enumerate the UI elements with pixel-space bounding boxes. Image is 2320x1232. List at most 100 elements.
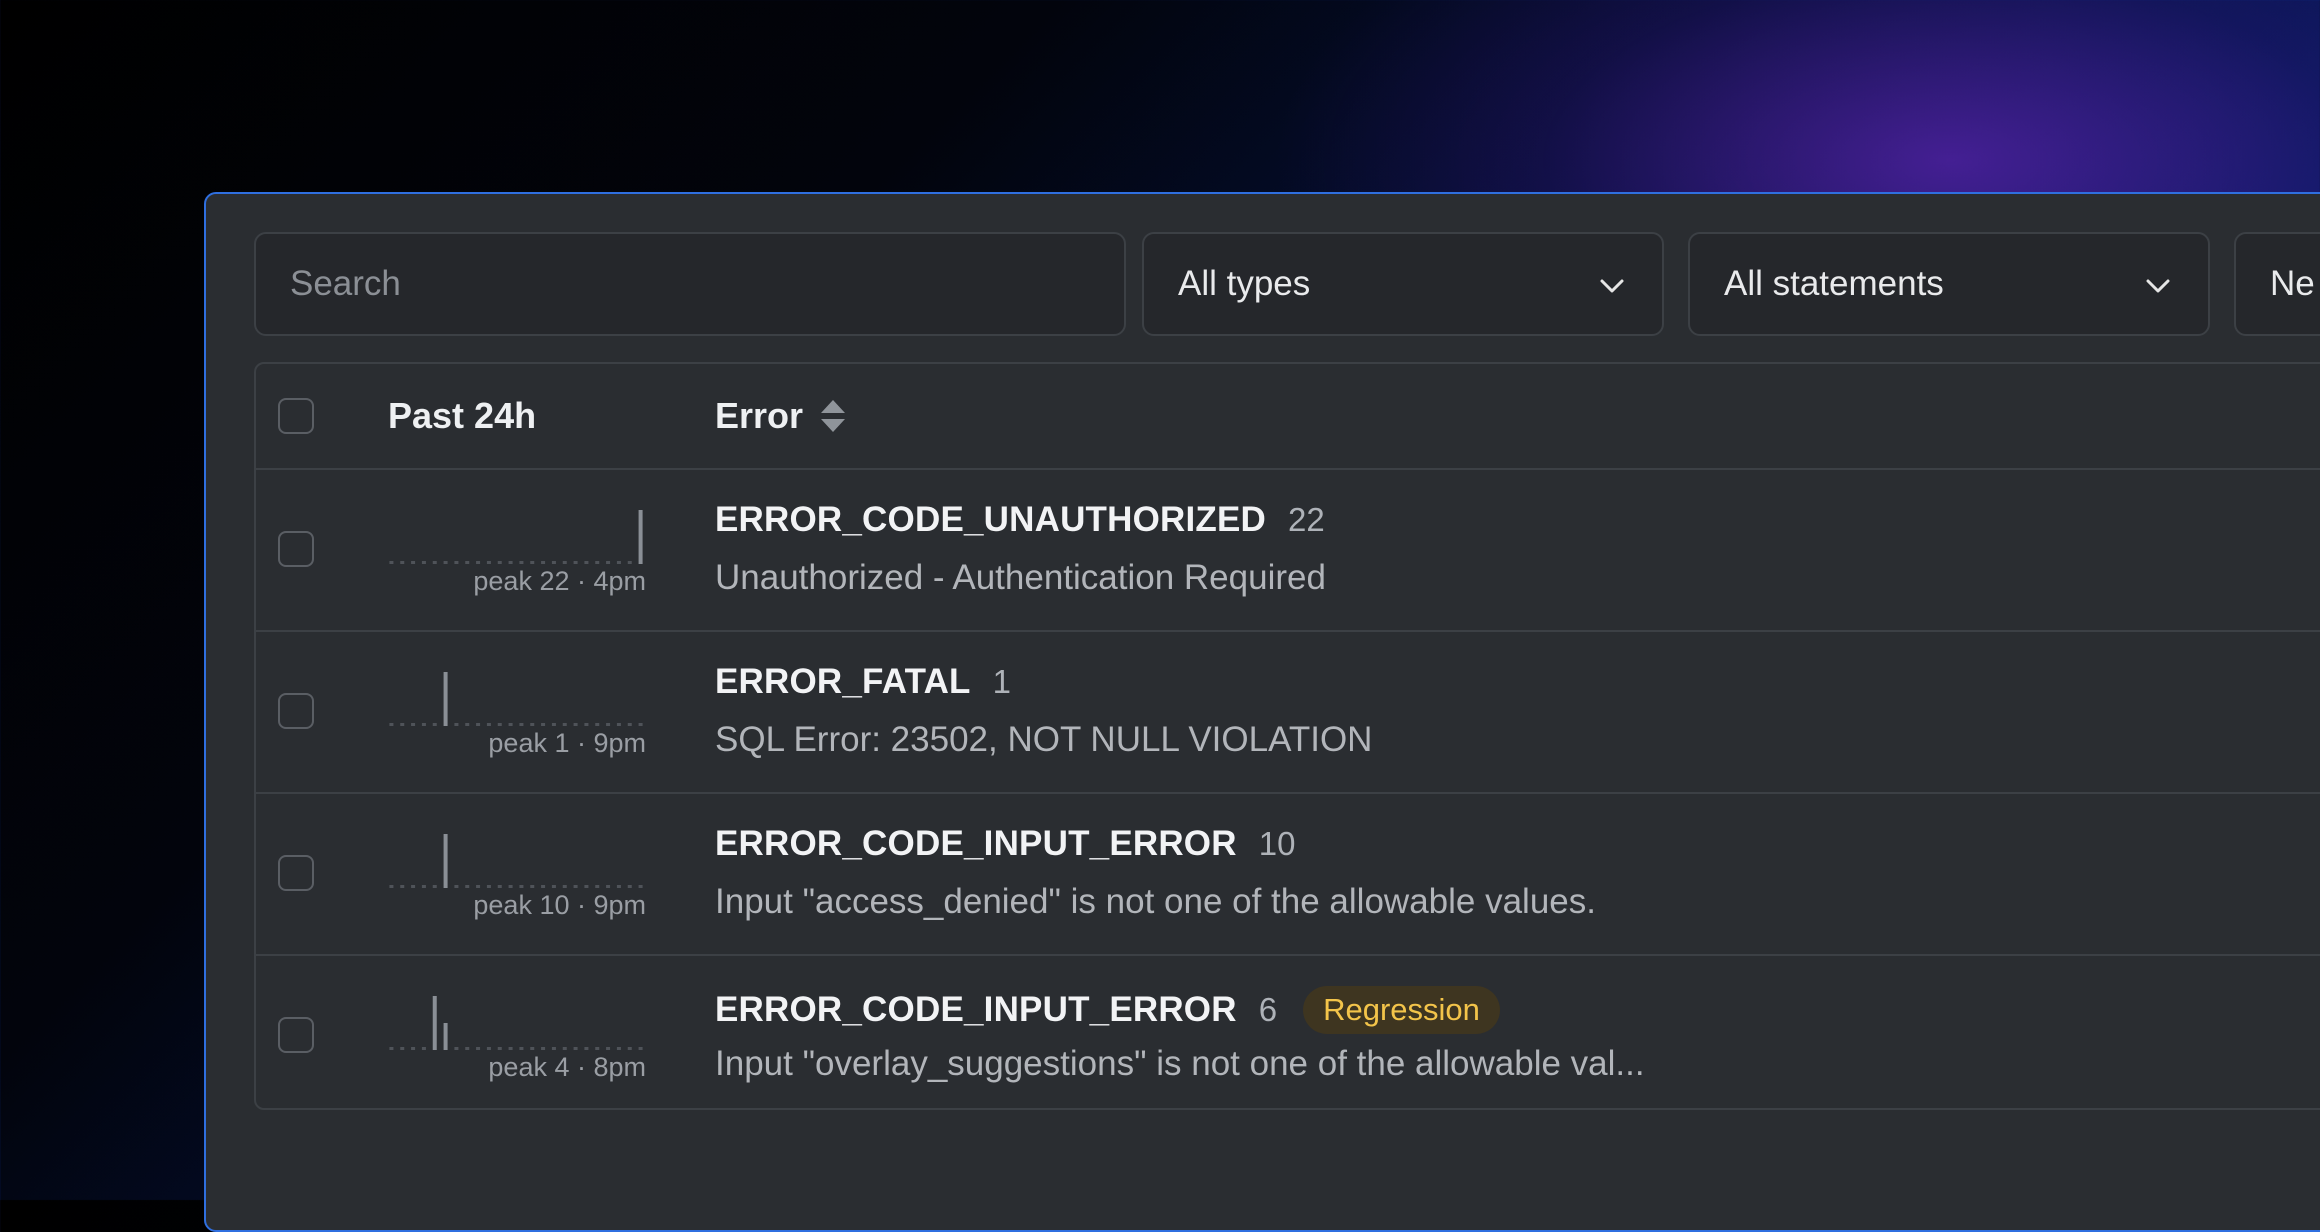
sparkline-baseline-tick	[476, 1047, 481, 1050]
sparkline-baseline-tick	[497, 723, 502, 726]
sparkline-baseline-tick	[389, 723, 394, 726]
statement-select[interactable]: All statements	[1688, 232, 2210, 336]
select-all-checkbox[interactable]	[278, 398, 314, 434]
sparkline-baseline-tick	[530, 561, 535, 564]
sparkline-baseline-tick	[519, 1047, 524, 1050]
sparkline-baseline-tick	[638, 885, 643, 888]
sparkline-bar	[443, 1023, 448, 1050]
sparkline-bar	[443, 672, 448, 726]
sparkline-chart	[389, 834, 643, 888]
peak-label: peak 1 · 9pm	[488, 728, 646, 758]
sparkline-baseline-tick	[616, 1047, 621, 1050]
sparkline-baseline-tick	[465, 561, 470, 564]
sparkline-baseline-tick	[627, 561, 632, 564]
sparkline-baseline-tick	[486, 723, 491, 726]
sparkline-baseline-tick	[551, 561, 556, 564]
regression-badge: Regression	[1303, 986, 1500, 1034]
sparkline-baseline-tick	[551, 723, 556, 726]
sparkline-baseline-tick	[486, 885, 491, 888]
sparkline-baseline-tick	[411, 723, 416, 726]
table-header: Past 24h Error	[256, 364, 2320, 470]
row-checkbox[interactable]	[278, 1017, 314, 1053]
sparkline-baseline-tick	[606, 561, 611, 564]
sparkline-chart	[389, 996, 643, 1050]
sparkline-baseline-tick	[541, 885, 546, 888]
error-message: Unauthorized - Authentication Required	[715, 558, 1326, 597]
sparkline-baseline-tick	[519, 723, 524, 726]
error-column-header[interactable]: Error	[715, 364, 847, 468]
sparkline-baseline-tick	[562, 885, 567, 888]
error-count: 1	[992, 663, 1011, 700]
sparkline-baseline-tick	[497, 561, 502, 564]
sparkline-chart	[389, 672, 643, 726]
table-row[interactable]: peak 22 · 4pm ERROR_CODE_UNAUTHORIZED 22…	[256, 470, 2320, 632]
error-message: Input "access_denied" is not one of the …	[715, 882, 1596, 921]
sparkline-baseline-tick	[573, 561, 578, 564]
sparkline-baseline-tick	[595, 561, 600, 564]
sparkline-baseline-tick	[454, 885, 459, 888]
sparkline-baseline-tick	[519, 885, 524, 888]
error-count: 10	[1258, 825, 1296, 862]
sparkline-baseline-tick	[627, 1047, 632, 1050]
sparkline-baseline-tick	[476, 885, 481, 888]
row-checkbox[interactable]	[278, 693, 314, 729]
sparkline-baseline-tick	[562, 1047, 567, 1050]
errors-table: Past 24h Error peak 22 · 4pm ERROR_CODE_…	[254, 362, 2320, 1110]
error-code[interactable]: ERROR_CODE_INPUT_ERROR	[715, 990, 1237, 1030]
sparkline-baseline-tick	[627, 885, 632, 888]
sparkline-baseline-tick	[562, 723, 567, 726]
sparkline-baseline-tick	[389, 561, 394, 564]
sparkline-baseline-tick	[389, 885, 394, 888]
sparkline-baseline-tick	[595, 1047, 600, 1050]
error-header-label: Error	[715, 395, 804, 436]
sparkline-baseline-tick	[432, 723, 437, 726]
sparkline-baseline-tick	[541, 1047, 546, 1050]
row-checkbox[interactable]	[278, 531, 314, 567]
sparkline-baseline-tick	[411, 885, 416, 888]
sparkline-baseline-tick	[551, 1047, 556, 1050]
sparkline-baseline-tick	[573, 1047, 578, 1050]
peak-label: peak 22 · 4pm	[473, 566, 646, 596]
table-row[interactable]: peak 1 · 9pm ERROR_FATAL 1 SQL Error: 23…	[256, 632, 2320, 794]
row-checkbox[interactable]	[278, 855, 314, 891]
sparkline-baseline-tick	[606, 723, 611, 726]
sparkline-baseline-tick	[638, 723, 643, 726]
sparkline-baseline-tick	[584, 1047, 589, 1050]
sparkline-baseline-tick	[400, 561, 405, 564]
sparkline-chart	[389, 510, 643, 564]
sparkline-baseline-tick	[508, 723, 513, 726]
sparkline-baseline-tick	[465, 885, 470, 888]
error-code[interactable]: ERROR_CODE_INPUT_ERROR	[715, 824, 1237, 864]
sparkline-baseline-tick	[530, 885, 535, 888]
table-row[interactable]: peak 10 · 9pm ERROR_CODE_INPUT_ERROR 10 …	[256, 794, 2320, 956]
sparkline-baseline-tick	[486, 1047, 491, 1050]
error-title: ERROR_CODE_INPUT_ERROR 10	[715, 824, 1295, 864]
sparkline-baseline-tick	[476, 723, 481, 726]
sparkline-baseline-tick	[530, 723, 535, 726]
sparkline-baseline-tick	[421, 723, 426, 726]
error-title: ERROR_FATAL 1	[715, 662, 1011, 702]
sparkline-baseline-tick	[476, 561, 481, 564]
sparkline-bar	[638, 510, 643, 564]
sparkline-baseline-tick	[627, 723, 632, 726]
sort-icon[interactable]	[819, 398, 847, 434]
third-select-label: Ne	[2270, 264, 2315, 303]
type-select-label: All types	[1178, 264, 1311, 303]
error-title: ERROR_CODE_INPUT_ERROR 6 Regression	[715, 986, 1500, 1034]
sparkline-baseline-tick	[595, 885, 600, 888]
sparkline-baseline-tick	[497, 1047, 502, 1050]
sparkline-baseline-tick	[421, 561, 426, 564]
sparkline-baseline-tick	[389, 1047, 394, 1050]
search-input[interactable]	[254, 232, 1126, 336]
sparkline-baseline-tick	[584, 885, 589, 888]
sparkline-baseline-tick	[508, 885, 513, 888]
sparkline-baseline-tick	[616, 885, 621, 888]
sparkline-baseline-tick	[465, 1047, 470, 1050]
error-code[interactable]: ERROR_CODE_UNAUTHORIZED	[715, 500, 1266, 540]
error-code[interactable]: ERROR_FATAL	[715, 662, 971, 702]
sparkline-baseline-tick	[573, 723, 578, 726]
type-select[interactable]: All types	[1142, 232, 1664, 336]
table-row[interactable]: peak 4 · 8pm ERROR_CODE_INPUT_ERROR 6 Re…	[256, 956, 2320, 1114]
error-count: 22	[1288, 501, 1325, 538]
third-select[interactable]: Ne	[2234, 232, 2320, 336]
